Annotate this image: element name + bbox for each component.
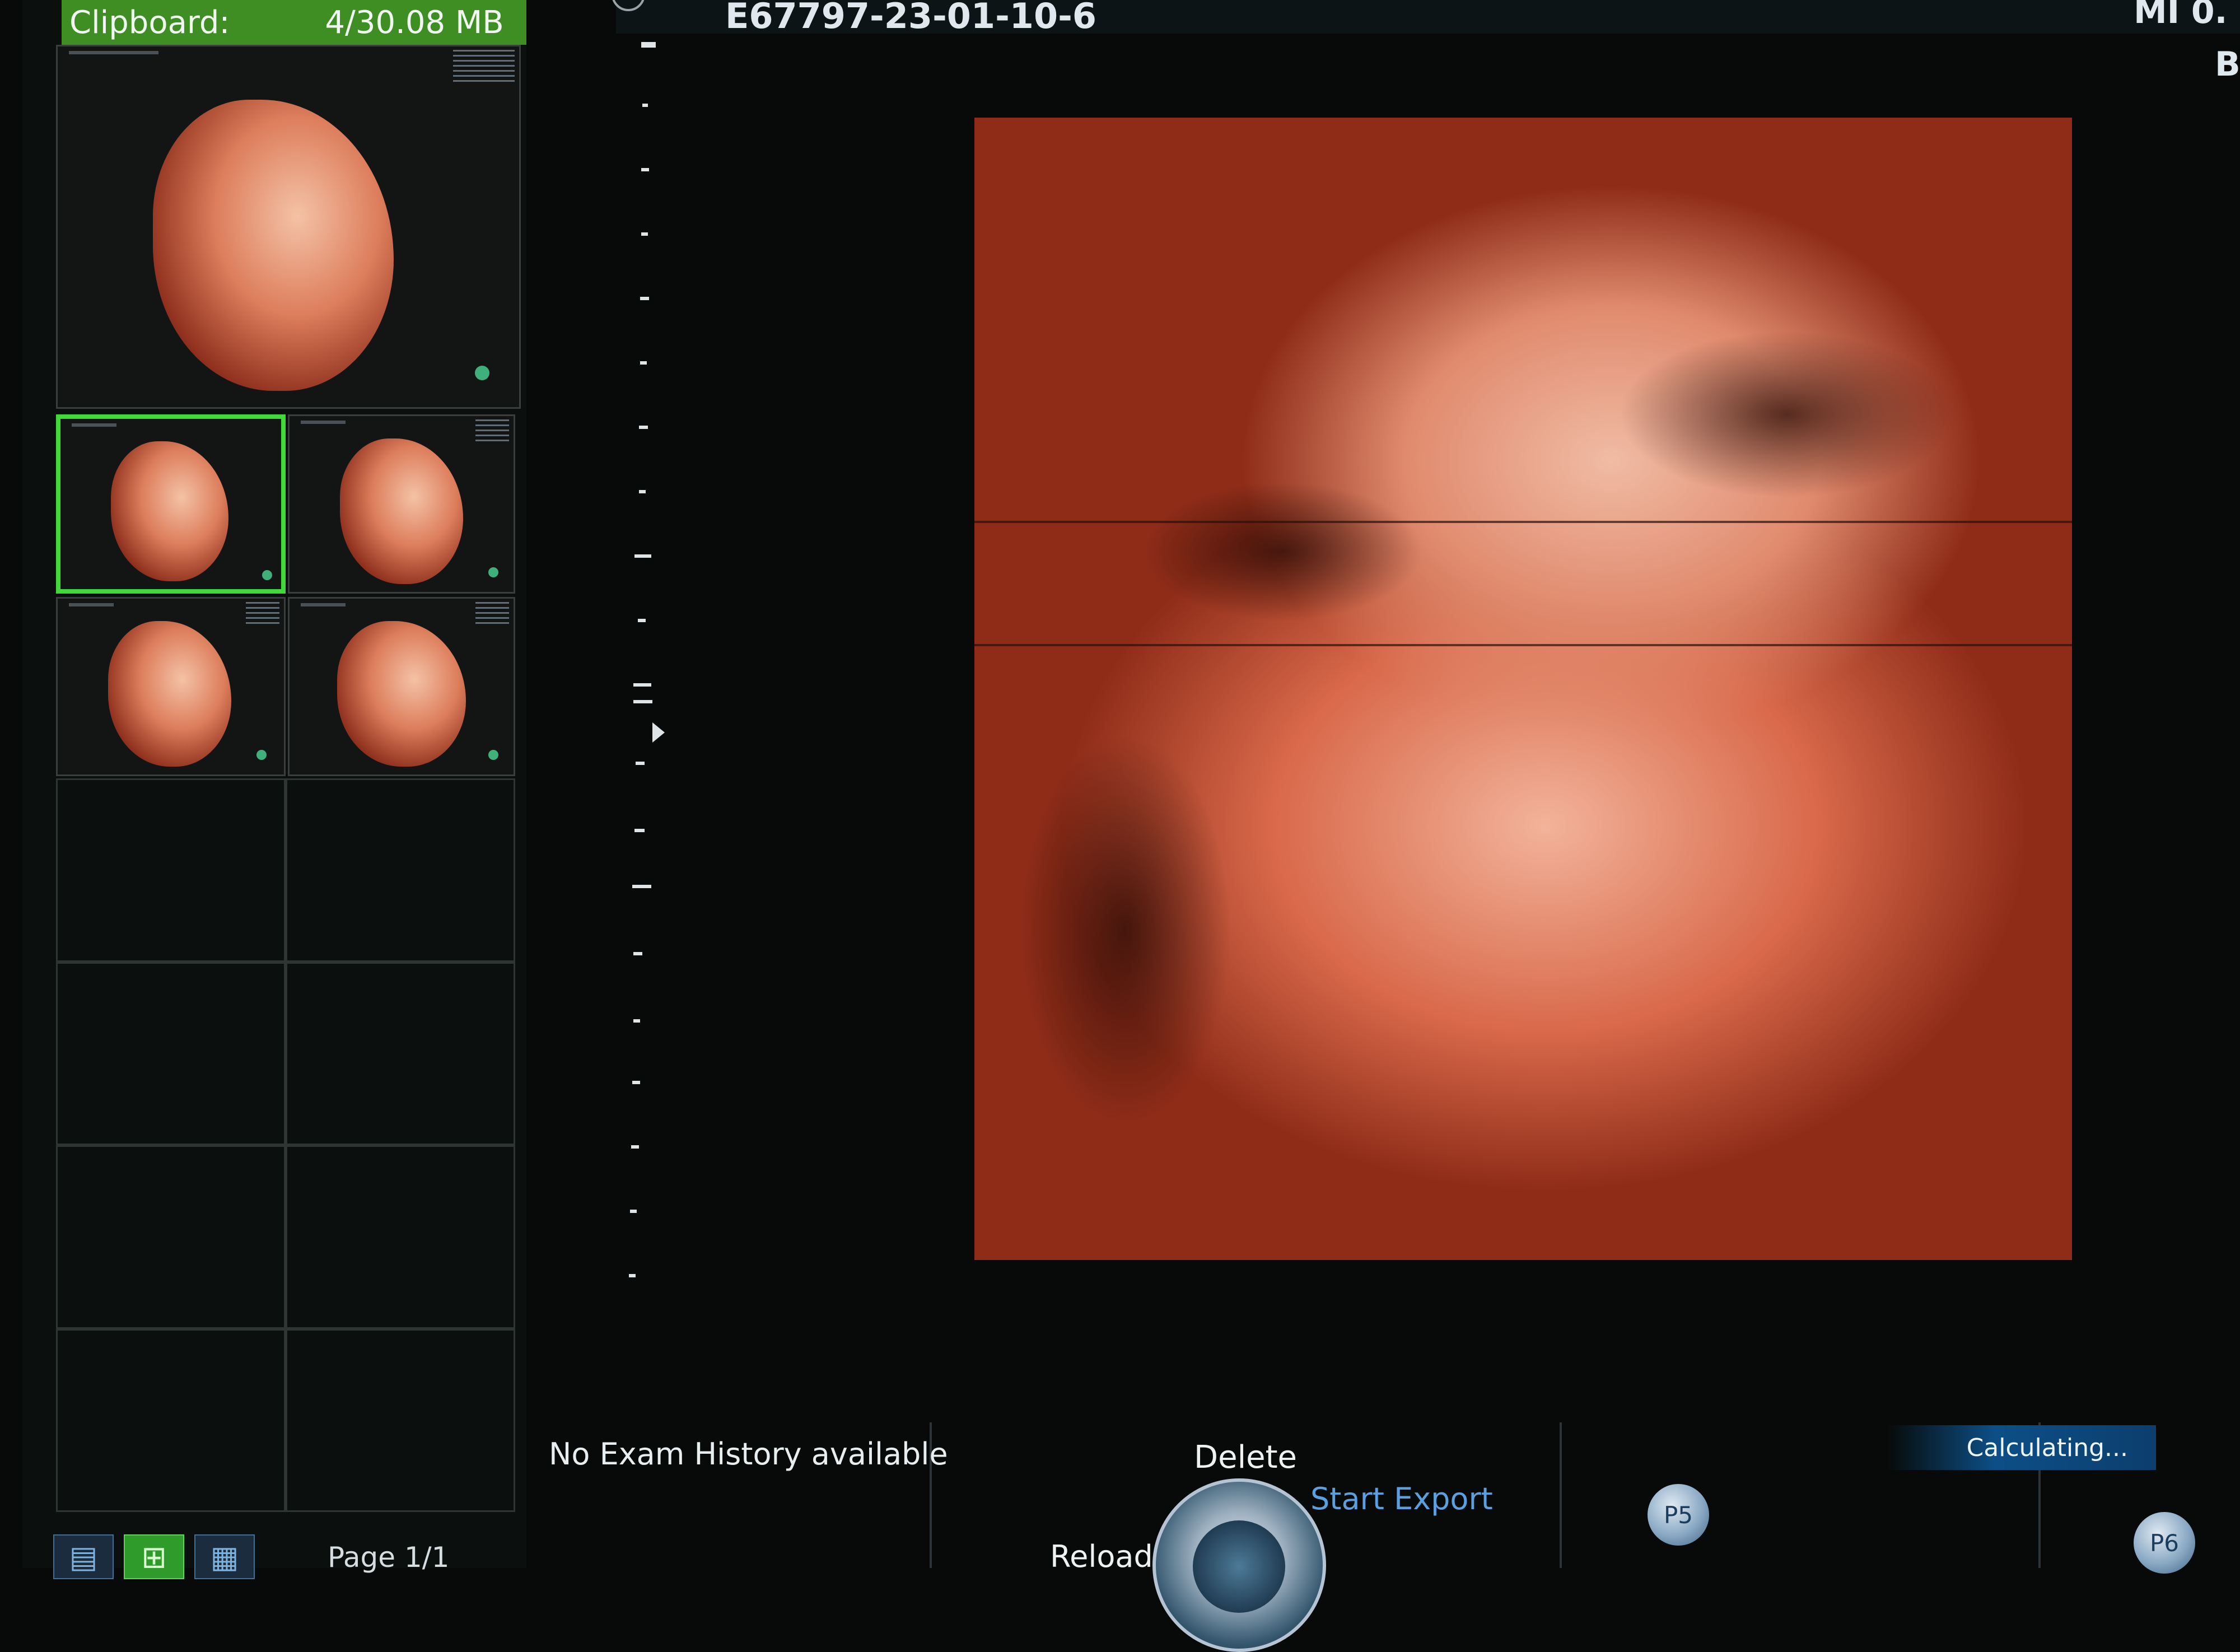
empty-slot	[56, 778, 286, 962]
empty-slot	[56, 962, 286, 1145]
depth-tick	[640, 361, 647, 365]
thumbnail-5[interactable]	[288, 597, 515, 776]
thumbnail-info-text	[475, 419, 509, 442]
clipboard-label: Clipboard:	[69, 4, 230, 41]
mechanical-index-label: MI 0.	[2134, 0, 2228, 31]
probe-indicator-icon	[256, 750, 267, 760]
thumbnail-header-text	[72, 423, 116, 427]
thumbnail-header-text	[69, 603, 114, 606]
thumbnail-2[interactable]	[56, 414, 286, 594]
exam-history-message: No Exam History available	[549, 1436, 948, 1472]
empty-slot	[56, 1328, 286, 1512]
empty-slot	[56, 1145, 286, 1329]
reload-button[interactable]: Reload	[1050, 1539, 1153, 1574]
focus-marker-icon[interactable]	[652, 722, 665, 743]
divider	[1560, 1422, 1562, 1568]
knob-center-button[interactable]	[1193, 1520, 1285, 1613]
2x2-grid-layout-icon: ⊞	[141, 1539, 167, 1575]
fetal-render-thumbnail	[153, 100, 394, 391]
fetal-3d-render[interactable]	[974, 118, 2072, 1260]
thumbnail-info-text	[453, 50, 515, 83]
render-shadow	[1142, 482, 1422, 622]
preset-p6-button[interactable]: P6	[2134, 1512, 2195, 1574]
render-artifact-line	[974, 644, 2072, 646]
3x3-grid-layout-button[interactable]: ▦	[194, 1534, 255, 1579]
preset-p6-label: P6	[2149, 1529, 2180, 1557]
depth-tick	[633, 1019, 640, 1023]
scan-id: E67797-23-01-10-6	[725, 0, 1096, 36]
empty-slot	[286, 962, 515, 1145]
3x3-grid-layout-icon: ▦	[210, 1539, 239, 1575]
clipboard-header: Clipboard: 4/30.08 MB	[62, 0, 526, 45]
status-bar: Calculating...	[1887, 1425, 2156, 1470]
fetal-render-thumbnail	[340, 438, 463, 584]
depth-tick	[633, 683, 651, 687]
thumbnail-1[interactable]	[56, 45, 521, 409]
thumbnail-grid	[56, 45, 521, 1512]
depth-tick	[641, 232, 648, 236]
depth-tick	[632, 885, 651, 888]
depth-tick	[630, 1210, 637, 1213]
thumbnail-info-text	[246, 602, 279, 624]
single-row-layout-button[interactable]: ▤	[53, 1534, 114, 1579]
render-shadow	[1019, 734, 1232, 1126]
clipboard-usage: 4/30.08 MB	[325, 4, 504, 41]
2x2-grid-layout-button[interactable]: ⊞	[124, 1534, 184, 1579]
render-shadow	[1618, 330, 1954, 498]
start-export-button[interactable]: Start Export	[1310, 1481, 1493, 1516]
depth-tick	[636, 762, 645, 765]
render-artifact-line	[974, 521, 2072, 523]
delete-button[interactable]: Delete	[1194, 1439, 1297, 1476]
depth-tick	[632, 1081, 640, 1084]
fetal-render-thumbnail	[337, 621, 466, 767]
probe-indicator-icon	[488, 567, 498, 577]
probe-indicator-icon	[262, 570, 272, 580]
depth-tick	[638, 619, 646, 622]
depth-tick	[639, 490, 646, 493]
thumbnail-info-text	[475, 602, 509, 624]
depth-tick	[639, 426, 648, 429]
layout-selector: ▤ ⊞ ▦	[53, 1534, 255, 1579]
thumbnail-header-text	[301, 421, 346, 424]
preset-p5-button[interactable]: P5	[1648, 1484, 1709, 1546]
thumbnail-header-text	[301, 603, 346, 606]
depth-tick	[633, 952, 642, 955]
depth-tick	[631, 1145, 639, 1149]
empty-slot	[286, 1145, 515, 1329]
probe-indicator-icon	[488, 750, 498, 760]
thumbnail-header-text	[69, 51, 158, 54]
depth-tick	[642, 104, 648, 107]
page-indicator: Page 1/1	[328, 1541, 450, 1574]
thumbnail-3[interactable]	[288, 414, 515, 594]
depth-tick	[633, 700, 652, 703]
thumbnail-4[interactable]	[56, 597, 286, 776]
mode-label: B	[2215, 45, 2240, 84]
empty-slot	[286, 1328, 515, 1512]
empty-thumbnail-slots	[56, 778, 515, 1512]
depth-tick	[640, 297, 649, 300]
status-text: Calculating...	[1966, 1433, 2128, 1462]
fetal-render-thumbnail	[108, 621, 231, 767]
depth-scale	[619, 34, 656, 1322]
depth-tick	[629, 1274, 636, 1277]
preset-p5-label: P5	[1663, 1501, 1693, 1529]
depth-tick	[641, 42, 656, 48]
fetal-render-thumbnail	[111, 441, 228, 581]
depth-tick	[641, 168, 649, 171]
depth-tick	[634, 554, 651, 558]
depth-tick	[634, 829, 645, 832]
probe-indicator-icon	[475, 366, 489, 380]
single-row-layout-icon: ▤	[69, 1539, 98, 1575]
empty-slot	[286, 778, 515, 962]
